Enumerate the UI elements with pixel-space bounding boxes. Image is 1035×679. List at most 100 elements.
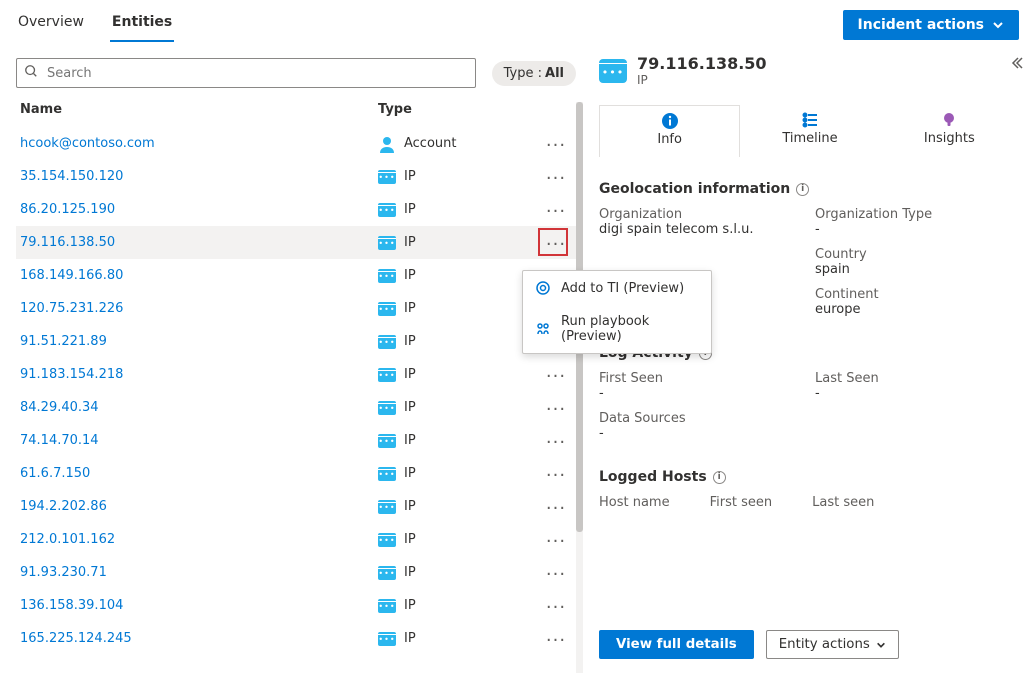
- entity-row[interactable]: 194.2.202.86•••IP...: [16, 490, 576, 523]
- row-more-button[interactable]: ...: [536, 134, 576, 154]
- row-more-button[interactable]: ...: [536, 464, 576, 484]
- entity-name-link[interactable]: 61.6.7.150: [20, 466, 378, 481]
- entity-name-link[interactable]: hcook@contoso.com: [20, 136, 378, 151]
- entity-row[interactable]: 86.20.125.190•••IP...: [16, 193, 576, 226]
- entity-name-link[interactable]: 91.183.154.218: [20, 367, 378, 382]
- entity-type-cell: •••IP: [378, 334, 536, 349]
- entity-type-cell: •••IP: [378, 301, 536, 316]
- host-first-seen-col: First seen: [710, 495, 773, 510]
- entity-name-link[interactable]: 91.93.230.71: [20, 565, 378, 580]
- entity-row[interactable]: hcook@contoso.comAccount...: [16, 127, 576, 160]
- row-more-button[interactable]: ...: [536, 629, 576, 649]
- entity-type-cell: •••IP: [378, 268, 536, 283]
- entity-row[interactable]: 91.51.221.89•••IP...: [16, 325, 576, 358]
- entity-name-link[interactable]: 168.149.166.80: [20, 268, 378, 283]
- ip-icon: •••: [378, 500, 396, 514]
- tab-info[interactable]: Info: [599, 105, 740, 157]
- row-more-button[interactable]: ...: [536, 596, 576, 616]
- entity-name-link[interactable]: 84.29.40.34: [20, 400, 378, 415]
- info-icon[interactable]: i: [796, 183, 809, 196]
- row-more-button[interactable]: ...: [536, 200, 576, 220]
- view-full-details-button[interactable]: View full details: [599, 630, 754, 659]
- entity-type-cell: •••IP: [378, 433, 536, 448]
- tab-overview[interactable]: Overview: [16, 8, 86, 42]
- incident-actions-button[interactable]: Incident actions: [843, 10, 1019, 40]
- row-more-button[interactable]: ...: [536, 497, 576, 517]
- entity-name-link[interactable]: 86.20.125.190: [20, 202, 378, 217]
- chevron-down-icon: [876, 640, 886, 650]
- orgtype-label: Organization Type: [815, 207, 1019, 222]
- entity-type-cell: •••IP: [378, 367, 536, 382]
- ip-icon: •••: [378, 302, 396, 316]
- target-icon: [535, 280, 551, 296]
- entity-row[interactable]: 84.29.40.34•••IP...: [16, 391, 576, 424]
- row-more-button[interactable]: ...: [536, 563, 576, 583]
- entity-name-link[interactable]: 212.0.101.162: [20, 532, 378, 547]
- row-more-button[interactable]: ...: [536, 530, 576, 550]
- playbook-icon: [535, 321, 551, 337]
- entity-row[interactable]: 168.149.166.80•••IP...: [16, 259, 576, 292]
- entity-row[interactable]: 35.154.150.120•••IP...: [16, 160, 576, 193]
- search-input[interactable]: [16, 58, 476, 88]
- data-sources-label: Data Sources: [599, 411, 803, 426]
- country-value: spain: [815, 262, 1019, 277]
- entity-name-link[interactable]: 91.51.221.89: [20, 334, 378, 349]
- row-more-button[interactable]: ...: [536, 398, 576, 418]
- entity-name-link[interactable]: 136.158.39.104: [20, 598, 378, 613]
- chevron-down-icon: [992, 19, 1004, 31]
- ip-icon: •••: [378, 566, 396, 580]
- info-icon[interactable]: i: [713, 471, 726, 484]
- entity-row[interactable]: 165.225.124.245•••IP...: [16, 622, 576, 655]
- insights-icon: [940, 111, 958, 129]
- entity-name-link[interactable]: 74.14.70.14: [20, 433, 378, 448]
- entity-row[interactable]: 120.75.231.226•••IP...: [16, 292, 576, 325]
- geo-heading: Geolocation information: [599, 181, 790, 197]
- ip-icon: •••: [378, 533, 396, 547]
- type-filter-pill[interactable]: Type : All: [492, 61, 576, 86]
- ip-icon: •••: [378, 335, 396, 349]
- entity-title: 79.116.138.50: [637, 54, 767, 73]
- entity-row[interactable]: 91.93.230.71•••IP...: [16, 556, 576, 589]
- menu-add-to-ti-label: Add to TI (Preview): [561, 281, 684, 296]
- entity-type-cell: •••IP: [378, 499, 536, 514]
- entity-actions-button[interactable]: Entity actions: [766, 630, 899, 659]
- entity-row[interactable]: 136.158.39.104•••IP...: [16, 589, 576, 622]
- country-label: Country: [815, 247, 1019, 262]
- account-icon: [378, 135, 396, 153]
- continent-label: Continent: [815, 287, 1019, 302]
- type-filter-value: All: [545, 66, 564, 81]
- entity-name-link[interactable]: 35.154.150.120: [20, 169, 378, 184]
- tab-timeline[interactable]: Timeline: [740, 105, 879, 157]
- menu-run-playbook[interactable]: Run playbook (Preview): [523, 305, 711, 353]
- entity-name-link[interactable]: 194.2.202.86: [20, 499, 378, 514]
- ip-icon: •••: [378, 236, 396, 250]
- column-header-type[interactable]: Type: [378, 102, 576, 117]
- data-sources-value: -: [599, 426, 803, 441]
- first-seen-value: -: [599, 386, 803, 401]
- entity-row[interactable]: 91.183.154.218•••IP...: [16, 358, 576, 391]
- orgtype-value: -: [815, 222, 1019, 237]
- entity-name-link[interactable]: 120.75.231.226: [20, 301, 378, 316]
- last-seen-label: Last Seen: [815, 371, 1019, 386]
- entity-row[interactable]: 74.14.70.14•••IP...: [16, 424, 576, 457]
- menu-add-to-ti[interactable]: Add to TI (Preview): [523, 271, 711, 305]
- entity-row[interactable]: 212.0.101.162•••IP...: [16, 523, 576, 556]
- entity-actions-label: Entity actions: [779, 637, 870, 652]
- entity-row[interactable]: 79.116.138.50•••IP...: [16, 226, 576, 259]
- tab-insights[interactable]: Insights: [880, 105, 1019, 157]
- timeline-icon: [801, 111, 819, 129]
- column-header-name[interactable]: Name: [20, 102, 378, 117]
- row-more-button[interactable]: ...: [536, 431, 576, 451]
- row-more-button[interactable]: ...: [536, 167, 576, 187]
- row-more-button[interactable]: ...: [536, 365, 576, 385]
- entity-name-link[interactable]: 79.116.138.50: [20, 235, 378, 250]
- first-seen-label: First Seen: [599, 371, 803, 386]
- hosts-heading: Logged Hosts: [599, 469, 707, 485]
- tab-entities[interactable]: Entities: [110, 8, 174, 42]
- entity-name-link[interactable]: 165.225.124.245: [20, 631, 378, 646]
- row-more-button[interactable]: ...: [536, 233, 576, 253]
- entity-row[interactable]: 61.6.7.150•••IP...: [16, 457, 576, 490]
- scrollbar[interactable]: [576, 102, 583, 673]
- entity-type-cell: •••IP: [378, 466, 536, 481]
- ip-icon: •••: [378, 170, 396, 184]
